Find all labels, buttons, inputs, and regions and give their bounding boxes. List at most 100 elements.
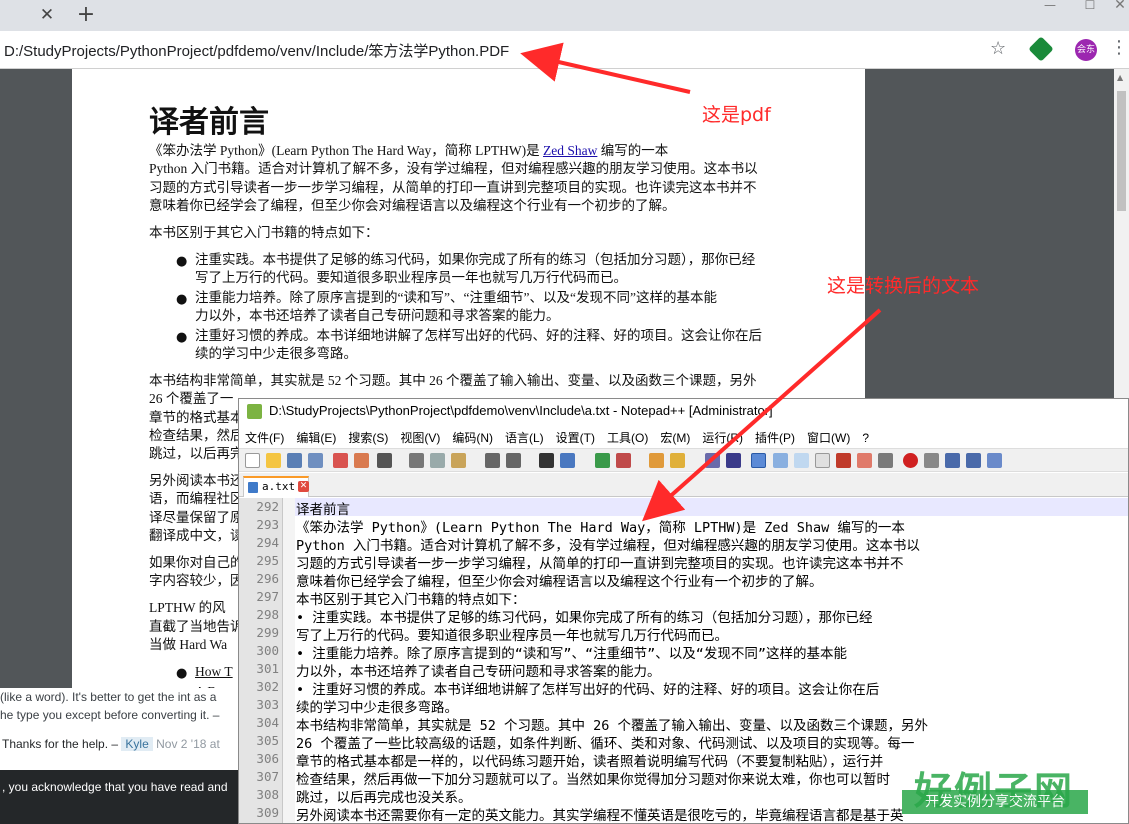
paste-icon[interactable] bbox=[451, 453, 466, 468]
save-all-icon[interactable] bbox=[308, 453, 323, 468]
line-number: 304 bbox=[256, 715, 279, 730]
show-all-chars-icon[interactable] bbox=[726, 453, 741, 468]
tab-a-txt[interactable]: a.txt ✕ bbox=[243, 476, 309, 497]
close-window-icon[interactable]: ✕ bbox=[1100, 0, 1129, 12]
doc-map-icon[interactable] bbox=[794, 453, 809, 468]
menu-file[interactable]: 文件(F) bbox=[245, 428, 284, 448]
menu-tools[interactable]: 工具(O) bbox=[607, 428, 648, 448]
line-number: 296 bbox=[256, 571, 279, 586]
cookie-banner: , you acknowledge that you have read and bbox=[0, 770, 240, 824]
line-number: 305 bbox=[256, 733, 279, 748]
print-icon[interactable] bbox=[377, 453, 392, 468]
record-macro-icon[interactable] bbox=[903, 453, 918, 468]
run-macro-multiple-icon[interactable] bbox=[966, 453, 981, 468]
menu-help[interactable]: ? bbox=[862, 428, 869, 448]
notepad-title: D:\StudyProjects\PythonProject\pdfdemo\v… bbox=[269, 403, 773, 418]
close-tab-button[interactable]: ✕ bbox=[36, 4, 58, 26]
word-wrap-icon[interactable] bbox=[705, 453, 720, 468]
save-icon[interactable] bbox=[287, 453, 302, 468]
comment-text: Thanks for the help. – bbox=[2, 737, 119, 751]
close-all-icon[interactable] bbox=[354, 453, 369, 468]
scrollbar-thumb[interactable] bbox=[1117, 91, 1126, 211]
redo-icon[interactable] bbox=[506, 453, 521, 468]
pdf-text-span: 《笨办法学 Python》(Learn Python The Hard Way，… bbox=[149, 143, 543, 158]
sync-horizontal-icon[interactable] bbox=[670, 453, 685, 468]
avatar[interactable]: 会东 bbox=[1075, 39, 1097, 61]
menu-run[interactable]: 运行(R) bbox=[702, 428, 743, 448]
doc-list-icon[interactable] bbox=[815, 453, 830, 468]
save-macro-icon[interactable] bbox=[987, 453, 1002, 468]
editor-line: 力以外，本书还培养了读者自己专研问题和寻求答案的能力。 bbox=[296, 664, 661, 680]
pdf-bullet-line: 力以外，本书还培养了读者自己专研问题和寻求答案的能力。 bbox=[195, 308, 560, 323]
url-field[interactable]: D:/StudyProjects/PythonProject/pdfdemo/v… bbox=[4, 40, 509, 61]
zoom-in-icon[interactable] bbox=[595, 453, 610, 468]
find-icon[interactable] bbox=[539, 453, 554, 468]
close-file-icon[interactable] bbox=[333, 453, 348, 468]
pdf-text-span: 编写的一本 bbox=[597, 143, 669, 158]
menu-settings[interactable]: 设置(T) bbox=[556, 428, 595, 448]
new-file-icon[interactable] bbox=[245, 453, 260, 468]
comment-text: he type you except before converting it.… bbox=[0, 708, 220, 722]
bullet-icon: ● bbox=[176, 330, 188, 345]
editor-line: • 注重能力培养。除了原序言提到的“读和写”、“注重细节”、以及“发现不同”这样… bbox=[296, 646, 848, 662]
line-number: 294 bbox=[256, 535, 279, 550]
comment-row: Thanks for the help. – Kyle Nov 2 '18 at bbox=[2, 737, 220, 751]
copy-icon[interactable] bbox=[430, 453, 445, 468]
play-macro-icon[interactable] bbox=[945, 453, 960, 468]
line-number: 298 bbox=[256, 607, 279, 622]
menu-edit[interactable]: 编辑(E) bbox=[296, 428, 336, 448]
replace-icon[interactable] bbox=[560, 453, 575, 468]
cut-icon[interactable] bbox=[409, 453, 424, 468]
pdf-intro-line: Python 入门书籍。适合对计算机了解不多，没有学过编程，但对编程感兴趣的朋友… bbox=[149, 161, 758, 176]
notepad-titlebar[interactable]: D:\StudyProjects\PythonProject\pdfdemo\v… bbox=[239, 399, 1128, 425]
notepad-menubar: 文件(F) 编辑(E) 搜索(S) 视图(V) 编码(N) 语言(L) 设置(T) 工具(O)… bbox=[239, 427, 1128, 448]
browser-tab-strip: ✕ + — ☐ ✕ bbox=[0, 0, 1129, 31]
menu-language[interactable]: 语言(L) bbox=[505, 428, 544, 448]
pdf-structure-line: 26 个覆盖了一 bbox=[149, 391, 234, 406]
comment-date: Nov 2 '18 at bbox=[156, 737, 220, 751]
close-icon[interactable]: ✕ bbox=[298, 481, 309, 492]
udl-icon[interactable] bbox=[773, 453, 788, 468]
site-watermark-logo: 好例子网 开发实例分享交流平台 bbox=[902, 760, 1088, 820]
menu-encoding[interactable]: 编码(N) bbox=[452, 428, 493, 448]
monitoring-icon[interactable] bbox=[878, 453, 893, 468]
notepad-toolbar bbox=[239, 448, 1128, 472]
editor-line: Python 入门书籍。适合对计算机了解不多，没有学过编程，但对编程感兴趣的朋友… bbox=[296, 538, 920, 554]
pdf-bullet-line: 续的学习中少走很多弯路。 bbox=[195, 346, 357, 361]
pdf-structure-line: 跳过，以后再完 bbox=[149, 446, 244, 461]
new-tab-button[interactable]: + bbox=[74, 2, 98, 28]
menu-plugins[interactable]: 插件(P) bbox=[755, 428, 795, 448]
menu-view[interactable]: 视图(V) bbox=[400, 428, 440, 448]
pdf-heading: 译者前言 bbox=[149, 105, 269, 140]
menu-macro[interactable]: 宏(M) bbox=[660, 428, 690, 448]
bookmark-star-icon[interactable]: ☆ bbox=[990, 38, 1006, 59]
line-number: 303 bbox=[256, 697, 279, 712]
editor-line: 本书区别于其它入门书籍的特点如下： bbox=[296, 592, 526, 608]
comment-user-link[interactable]: Kyle bbox=[121, 737, 153, 751]
extension-icon[interactable] bbox=[1028, 36, 1054, 62]
menu-window[interactable]: 窗口(W) bbox=[807, 428, 850, 448]
undo-icon[interactable] bbox=[485, 453, 500, 468]
open-file-icon[interactable] bbox=[266, 453, 281, 468]
pdf-intro-line: 习题的方式引导读者一步一步学习编程，从简单的打印一直讲到完整项目的实现。也许读完… bbox=[149, 180, 757, 195]
pdf-intro-line: 《笨办法学 Python》(Learn Python The Hard Way，… bbox=[149, 142, 668, 161]
sync-vertical-icon[interactable] bbox=[649, 453, 664, 468]
stop-macro-icon[interactable] bbox=[924, 453, 939, 468]
function-list-icon[interactable] bbox=[836, 453, 851, 468]
line-number: 309 bbox=[256, 805, 279, 820]
editor-line: 26 个覆盖了一些比较高级的话题，如条件判断、循环、类和对象、代码测试、以及项目… bbox=[296, 736, 915, 752]
browser-menu-icon[interactable]: ⋮ bbox=[1110, 37, 1128, 58]
zed-shaw-link[interactable]: Zed Shaw bbox=[543, 143, 597, 158]
minimize-icon[interactable]: — bbox=[1030, 0, 1070, 12]
pdf-reference-link[interactable]: How T bbox=[195, 663, 233, 682]
indent-guide-icon[interactable] bbox=[751, 453, 766, 468]
zoom-out-icon[interactable] bbox=[616, 453, 631, 468]
line-number: 300 bbox=[256, 643, 279, 658]
folder-workspace-icon[interactable] bbox=[857, 453, 872, 468]
editor-line: 译者前言 bbox=[296, 502, 350, 518]
menu-search[interactable]: 搜索(S) bbox=[348, 428, 388, 448]
pdf-bullet-line: 注重能力培养。除了原序言提到的“读和写”、“注重细节”、以及“发现不同”这样的基… bbox=[195, 290, 717, 305]
editor-line: 另外阅读本书还需要你有一定的英文能力。其实学编程不懂英语是很吃亏的，毕竟编程语言… bbox=[296, 808, 904, 824]
tab-label: a.txt bbox=[262, 480, 296, 493]
scroll-up-icon[interactable]: ▲ bbox=[1117, 73, 1123, 82]
